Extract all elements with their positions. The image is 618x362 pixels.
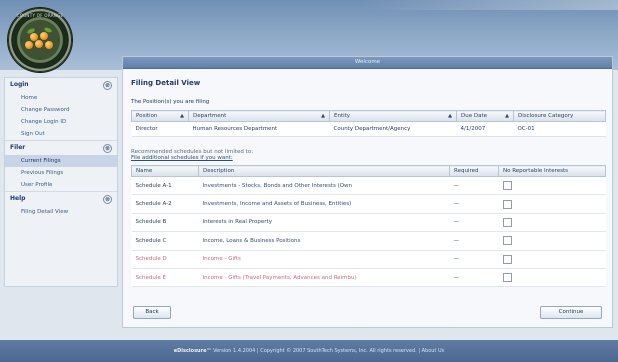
about-us-link[interactable]: About Us [422, 348, 445, 354]
oranges-emblem [24, 26, 56, 53]
no-reportable-checkbox[interactable] [502, 236, 512, 246]
column-header[interactable]: Disclosure Category [513, 110, 606, 122]
county-seal-logo: COUNTY OF ORANGE [8, 8, 72, 72]
sidebar-item-change-login-id[interactable]: Change Login ID [5, 116, 117, 128]
required-value: — [449, 231, 499, 251]
no-reportable-interests-cell [498, 213, 606, 233]
schedule-name: Schedule A-1 [131, 176, 199, 196]
panel-title-bar: Welcome [123, 57, 612, 69]
schedule-description-link[interactable]: Income, Loans & Business Positions [198, 231, 450, 251]
no-reportable-interests-cell [498, 176, 606, 196]
column-header[interactable]: Required [449, 165, 499, 177]
no-reportable-checkbox[interactable] [502, 181, 512, 191]
additional-schedules-link[interactable]: File additional schedules if you want: [131, 155, 233, 161]
schedule-name: Schedule B [131, 213, 199, 233]
no-reportable-interests-cell [498, 250, 606, 269]
no-reportable-interests-cell [498, 231, 606, 251]
schedule-name: Schedule E [131, 268, 199, 288]
schedule-description-link[interactable]: Investments - Stocks, Bonds and Other In… [198, 176, 450, 196]
column-header[interactable]: Entity ▲ [329, 110, 457, 122]
footer-copyright: Copyright © 2007 SouthTech Systems, Inc.… [260, 348, 417, 354]
footer-version: Version 1.4.2004 [213, 348, 256, 354]
required-value: — [449, 250, 499, 269]
table-row[interactable]: Schedule A-1 Investments - Stocks, Bonds… [131, 176, 606, 196]
column-header[interactable]: No Reportable Interests [498, 165, 606, 177]
collapse-icon[interactable]: ⊗ [103, 144, 112, 153]
sidebar-item-current-filings[interactable]: Current Filings [5, 155, 117, 167]
sidebar-section-label: Filer [10, 144, 26, 151]
page-title: Filing Detail View [131, 79, 201, 87]
sidebar-item-sign-out[interactable]: Sign Out [5, 128, 117, 140]
table-row[interactable]: Director Human Resources Department Coun… [131, 121, 606, 137]
column-header[interactable]: Description [198, 165, 450, 177]
table-row[interactable]: Schedule B Interests in Real Property — [131, 213, 606, 233]
schedule-description-link[interactable]: Income - Gifts (Travel Payments, Advance… [198, 268, 450, 288]
positions-caption: The Position(s) you are filing [131, 99, 210, 105]
table-cell: Human Resources Department [188, 121, 330, 137]
sidebar-item-change-password[interactable]: Change Password [5, 104, 117, 116]
sort-icon[interactable]: ▲ [448, 113, 452, 119]
no-reportable-checkbox[interactable] [502, 199, 512, 209]
schedule-name: Schedule C [131, 231, 199, 251]
no-reportable-checkbox[interactable] [502, 254, 512, 264]
sidebar-item-filing-detail-view[interactable]: Filing Detail View [5, 206, 117, 218]
sidebar-item-home[interactable]: Home [5, 92, 117, 104]
required-value: — [449, 213, 499, 233]
table-row[interactable]: Schedule E Income - Gifts (Travel Paymen… [131, 268, 606, 288]
table-row[interactable]: Schedule C Income, Loans & Business Posi… [131, 231, 606, 251]
sidebar-item-user-profile[interactable]: User Profile [5, 179, 117, 191]
table-cell: OC-01 [513, 121, 606, 137]
sidebar-section-filer[interactable]: Filer ⊗ [5, 140, 117, 155]
sidebar: Login ⊗ Home Change Password Change Logi… [4, 77, 118, 287]
no-reportable-interests-cell [498, 268, 606, 288]
required-value: — [449, 268, 499, 288]
table-row[interactable]: Schedule D Income - Gifts — [131, 250, 606, 269]
footer: eDisclosure™ Version 1.4.2004 | Copyrigh… [0, 340, 618, 362]
schedule-name: Schedule D [131, 250, 199, 269]
no-reportable-checkbox[interactable] [502, 273, 512, 283]
continue-button[interactable]: Continue [540, 306, 602, 319]
table-cell: 4/1/2007 [456, 121, 514, 137]
table-cell: Director [131, 121, 189, 137]
table-row[interactable]: Schedule A-2 Investments, Income and Ass… [131, 194, 606, 214]
footer-product: eDisclosure™ [173, 348, 212, 354]
column-header[interactable]: Due Date ▲ [456, 110, 514, 122]
seal-text: COUNTY OF ORANGE [16, 13, 64, 18]
table-cell: County Department/Agency [329, 121, 457, 137]
sidebar-section-label: Login [10, 81, 29, 88]
sidebar-section-help[interactable]: Help ⊗ [5, 191, 117, 206]
sidebar-section-login[interactable]: Login ⊗ [5, 78, 117, 92]
sidebar-item-previous-filings[interactable]: Previous Filings [5, 167, 117, 179]
collapse-icon[interactable]: ⊗ [103, 81, 112, 90]
no-reportable-interests-cell [498, 194, 606, 214]
schedule-description-link[interactable]: Investments, Income and Assets of Busine… [198, 194, 450, 214]
column-header[interactable]: Department ▲ [188, 110, 330, 122]
no-reportable-checkbox[interactable] [502, 217, 512, 227]
sort-icon[interactable]: ▲ [180, 113, 184, 119]
main-panel: Welcome Filing Detail View The Position(… [122, 56, 613, 328]
column-header[interactable]: Name [131, 165, 199, 177]
schedule-name: Schedule A-2 [131, 194, 199, 214]
required-value: — [449, 194, 499, 214]
schedule-description-link[interactable]: Interests in Real Property [198, 213, 450, 233]
schedule-description-link[interactable]: Income - Gifts [198, 250, 450, 269]
header-decoration [358, 0, 618, 10]
collapse-icon[interactable]: ⊗ [103, 195, 112, 204]
sort-icon[interactable]: ▲ [321, 113, 325, 119]
sort-icon[interactable]: ▲ [505, 113, 509, 119]
column-header[interactable]: Position ▲ [131, 110, 189, 122]
sidebar-section-label: Help [10, 195, 26, 202]
positions-table: Position ▲ Department ▲ Entity ▲ Due Dat… [131, 110, 606, 137]
footer-text: eDisclosure™ Version 1.4.2004 | Copyrigh… [0, 340, 618, 362]
schedules-table: Name Description Required No Reportable … [131, 165, 606, 288]
back-button[interactable]: Back [133, 306, 171, 319]
required-value: — [449, 176, 499, 196]
